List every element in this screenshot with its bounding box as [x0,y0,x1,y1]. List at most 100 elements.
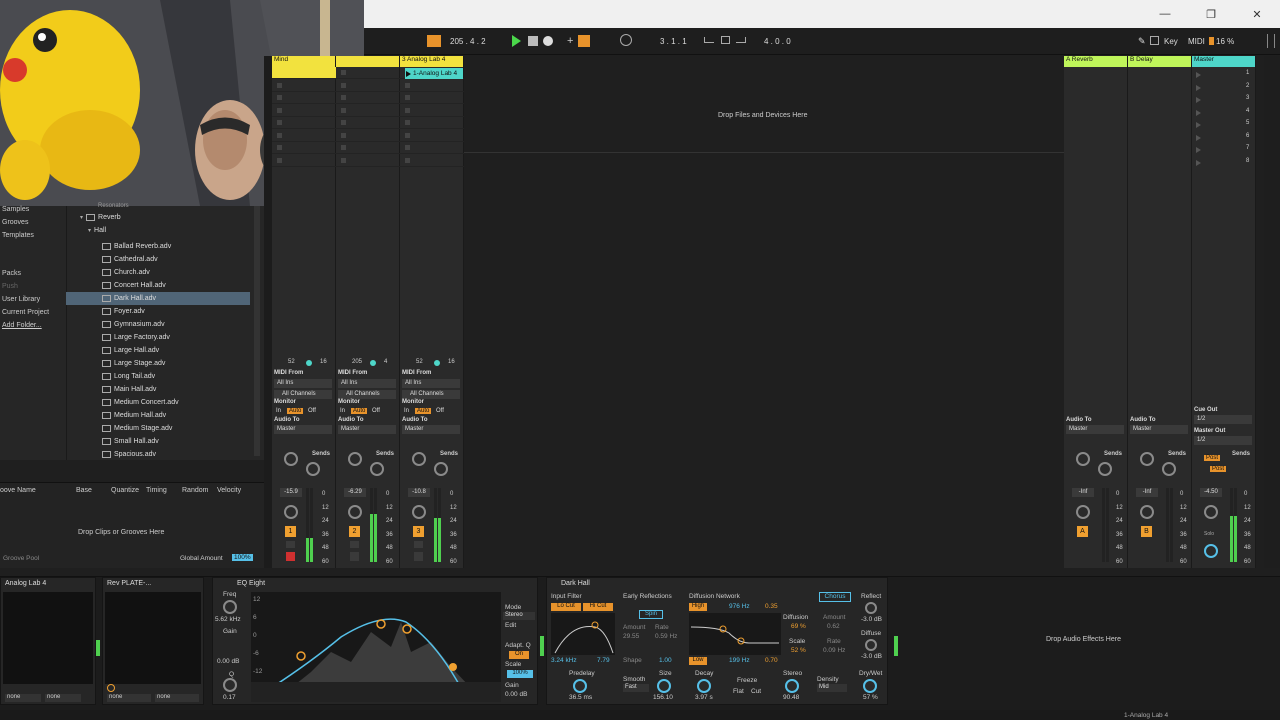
drywet-value[interactable]: 57 % [863,694,878,701]
clip-slot[interactable] [272,117,336,129]
draw-mode-icon[interactable] [578,35,590,47]
device-select[interactable]: none [107,694,151,702]
scene-launch-icon[interactable] [1196,134,1201,141]
predelay-value[interactable]: 36.5 ms [569,694,592,701]
pan-knob[interactable] [1076,505,1090,519]
stop-icon[interactable] [528,36,538,46]
sidebar-item-templates[interactable]: Templates [2,232,34,239]
follow-icon[interactable] [427,35,441,47]
groove-col-random[interactable]: Random [182,487,208,494]
stereo-knob[interactable] [785,679,799,693]
sidebar-item-current-project[interactable]: Current Project [2,309,49,316]
er-rate-value[interactable]: 0.59 Hz [655,633,677,640]
scene-launch-icon[interactable] [1196,72,1201,78]
clip-slot[interactable] [336,155,400,167]
flat-button[interactable]: Flat [733,688,744,695]
hicut-toggle[interactable]: Hi Cut [583,603,613,611]
track-activator-button[interactable]: 2 [349,526,360,537]
clip-stop-icon[interactable] [405,145,410,150]
send-a-knob[interactable] [348,452,362,466]
monitor-off-button[interactable]: Off [308,408,316,414]
scene-launch-icon[interactable] [1196,109,1201,116]
eq-band-buttons[interactable] [251,682,501,702]
collapse-arrow-icon[interactable]: ▾ [80,214,83,221]
solo-button[interactable] [414,541,423,548]
clip-stop-icon[interactable] [277,95,282,100]
groove-drop-zone[interactable]: Drop Clips or Grooves Here [78,529,164,536]
track-value-b[interactable]: 4 [384,359,387,365]
arm-button[interactable] [414,552,423,561]
audio-to-select[interactable]: Master [274,425,332,434]
cue-out-select[interactable]: 1/2 [1194,415,1252,424]
smooth-select[interactable]: Fast [623,684,649,692]
file-item[interactable]: Dark Hall.adv [102,292,156,305]
reflect-knob[interactable] [865,602,877,614]
track-value-a[interactable]: 52 [288,359,295,365]
file-item[interactable]: Gymnasium.adv [102,318,165,331]
file-item[interactable]: Small Hall.adv [102,435,159,448]
er-amount-value[interactable]: 29.55 [623,633,639,640]
master-solo-button[interactable]: Solo [1204,531,1214,537]
channel-select[interactable]: All Channels [402,390,460,399]
device-select[interactable]: none [5,694,41,702]
low-toggle[interactable]: Low [689,657,707,665]
scene-launch-icon[interactable] [1196,84,1201,91]
eq-curve-display[interactable] [251,592,501,688]
eq-scale-value[interactable]: 100% [507,670,533,678]
file-item[interactable]: Main Hall.adv [102,383,156,396]
send-a-knob[interactable] [1140,452,1154,466]
pan-knob[interactable] [284,505,298,519]
punch-in-icon[interactable] [704,37,714,43]
spin-toggle[interactable]: Spin [639,610,663,619]
play-icon[interactable] [512,35,521,47]
master-track-header[interactable]: Master [1192,56,1255,67]
volume-field[interactable]: -Inf [1072,488,1094,497]
post-button[interactable]: Post [1204,455,1221,461]
diffusion-display[interactable] [689,613,781,655]
clip[interactable]: 1-Analog Lab 4 [405,68,463,79]
file-item[interactable]: Cathedral.adv [102,253,158,266]
sidebar-item-add-folder[interactable]: Add Folder... [2,322,42,329]
er-shape-value[interactable]: 1.00 [659,657,672,664]
midi-map-button[interactable]: MIDI [1188,34,1205,48]
browser-scrollbar[interactable] [254,206,260,456]
minimize-button[interactable]: — [1142,0,1188,28]
size-value[interactable]: 156.10 [653,694,673,701]
clip-slot[interactable] [272,80,336,92]
file-item[interactable]: Concert Hall.adv [102,279,166,292]
clip-stop-icon[interactable] [405,107,410,113]
track-header[interactable]: 3 Analog Lab 4 [400,56,463,67]
cue-volume-knob[interactable] [1204,544,1218,558]
pan-knob[interactable] [412,505,426,519]
stereo-value[interactable]: 90.48 [783,694,799,701]
track-header[interactable] [336,56,399,67]
clip-stop-icon[interactable] [341,145,346,150]
send-a-knob[interactable] [284,452,298,466]
collapse-arrow-icon[interactable]: ▾ [88,227,91,234]
metronome-icon[interactable] [620,34,632,46]
decay-value[interactable]: 3.97 s [695,694,713,701]
clip-slot[interactable] [272,155,336,167]
device-select-2[interactable]: none [155,694,199,702]
clip-play-icon[interactable] [406,71,411,77]
eq-output-gain-value[interactable]: 0.00 dB [505,691,527,698]
file-item[interactable]: Large Hall.adv [102,344,159,357]
high-toggle[interactable]: High [689,603,707,611]
pan-knob[interactable] [348,505,362,519]
clip-slot[interactable] [400,117,464,129]
master-pan-knob[interactable] [1204,505,1218,519]
clip-slot[interactable] [336,105,400,117]
clip-slot[interactable] [272,67,336,79]
cut-button[interactable]: Cut [751,688,761,695]
post-button-2[interactable]: Post [1210,466,1227,472]
global-amount-value[interactable]: 100% [232,554,253,561]
send-b-knob[interactable] [1162,462,1176,476]
drywet-knob[interactable] [863,679,877,693]
file-item[interactable]: Foyer.adv [102,305,145,318]
tree-item-hall[interactable]: ▾ Hall [88,227,106,234]
monitor-auto-button[interactable]: Auto [415,408,432,414]
arm-button[interactable] [350,552,359,561]
groove-col-quantize[interactable]: Quantize [111,487,139,494]
clip-slot[interactable] [336,117,400,129]
scene-launch-icon[interactable] [1196,122,1201,128]
